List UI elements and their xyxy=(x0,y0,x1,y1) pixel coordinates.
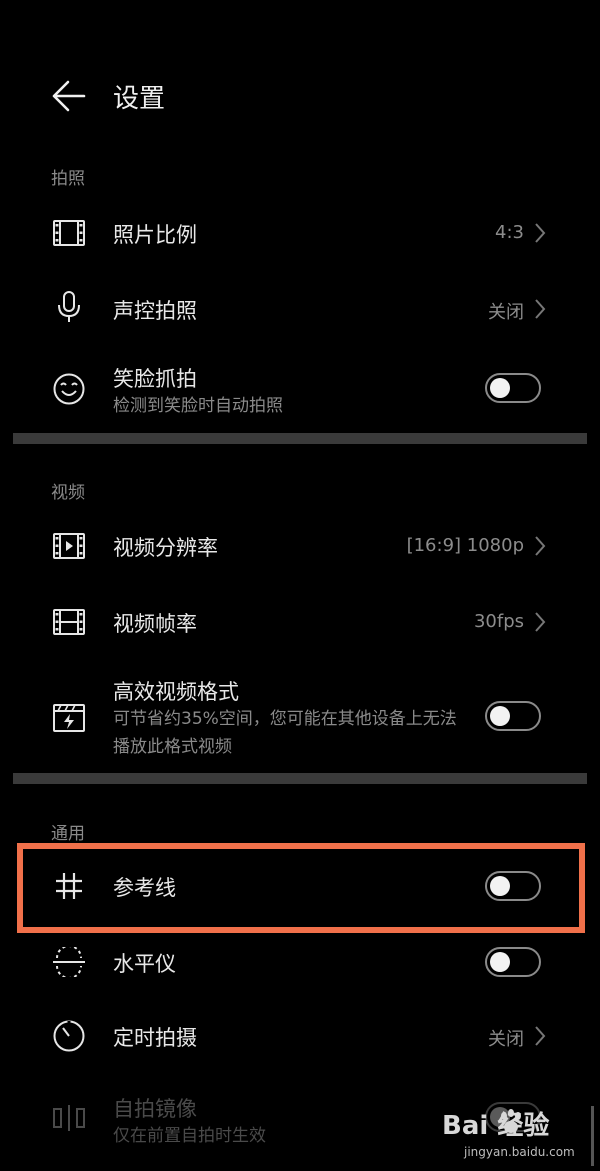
setting-value: 关闭 xyxy=(488,302,524,323)
baidu-watermark: Bai 经验 jingyan.baidu.com xyxy=(442,1105,592,1165)
chevron-right-icon xyxy=(535,223,546,243)
microphone-icon xyxy=(50,288,88,326)
level-toggle[interactable] xyxy=(485,947,541,977)
setting-subtitle: 检测到笑脸时自动拍照 xyxy=(113,396,283,416)
smile-capture-toggle[interactable] xyxy=(485,373,541,403)
setting-level: 水平仪 xyxy=(0,929,600,995)
section-label-general: 通用 xyxy=(51,824,85,844)
chevron-right-icon xyxy=(535,536,546,556)
setting-smile-capture: 笑脸抓拍 检测到笑脸时自动拍照 xyxy=(0,352,600,426)
setting-efficient-video-format: 高效视频格式 可节省约35%空间，您可能在其他设备上无法播放此格式视频 xyxy=(0,665,600,767)
efficient-format-toggle[interactable] xyxy=(485,701,541,731)
film-icon xyxy=(50,603,88,641)
setting-title: 自拍镜像 xyxy=(113,1097,197,1121)
video-format-icon xyxy=(50,699,88,737)
video-resolution-icon xyxy=(50,527,88,565)
setting-voice-capture[interactable]: 声控拍照 关闭 xyxy=(0,276,600,342)
arrow-left-icon xyxy=(52,80,86,112)
toggle-knob xyxy=(490,706,510,726)
setting-photo-ratio[interactable]: 照片比例 4:3 xyxy=(0,200,600,266)
setting-subtitle: 仅在前置自拍时生效 xyxy=(113,1126,266,1146)
smile-icon xyxy=(50,370,88,408)
level-icon xyxy=(50,943,88,981)
header: 设置 xyxy=(0,60,600,132)
watermark-site: jingyan.baidu.com xyxy=(464,1145,575,1159)
setting-value: 关闭 xyxy=(488,1029,524,1050)
section-divider xyxy=(13,433,587,444)
chevron-right-icon xyxy=(535,299,546,319)
setting-title: 水平仪 xyxy=(113,952,176,976)
chevron-right-icon xyxy=(535,612,546,632)
page-title: 设置 xyxy=(113,84,166,114)
setting-timer[interactable]: 定时拍摄 关闭 xyxy=(0,1003,600,1069)
section-label-video: 视频 xyxy=(51,483,85,503)
setting-value: [16:9] 1080p xyxy=(406,535,524,556)
timer-icon xyxy=(50,1017,88,1055)
back-button[interactable] xyxy=(40,72,96,120)
setting-value: 30fps xyxy=(473,611,524,632)
setting-title: 定时拍摄 xyxy=(113,1026,197,1050)
setting-subtitle: 可节省约35%空间，您可能在其他设备上无法播放此格式视频 xyxy=(113,709,457,757)
setting-title: 视频分辨率 xyxy=(113,536,218,560)
watermark-brand: Bai 经验 xyxy=(442,1111,550,1141)
toggle-knob xyxy=(490,952,510,972)
setting-title: 声控拍照 xyxy=(113,299,197,323)
setting-title: 高效视频格式 xyxy=(113,680,239,704)
setting-video-resolution[interactable]: 视频分辨率 [16:9] 1080p xyxy=(0,513,600,579)
toggle-knob xyxy=(490,378,510,398)
setting-frame-rate[interactable]: 视频帧率 30fps xyxy=(0,589,600,655)
section-label-photo: 拍照 xyxy=(51,169,85,189)
setting-title: 照片比例 xyxy=(113,223,197,247)
highlight-box xyxy=(17,843,585,933)
setting-title: 笑脸抓拍 xyxy=(113,367,197,391)
setting-value: 4:3 xyxy=(495,222,524,243)
chevron-right-icon xyxy=(535,1026,546,1046)
mirror-icon xyxy=(50,1099,88,1137)
setting-title: 视频帧率 xyxy=(113,612,197,636)
aspect-ratio-icon xyxy=(50,214,88,252)
section-divider xyxy=(13,773,587,784)
